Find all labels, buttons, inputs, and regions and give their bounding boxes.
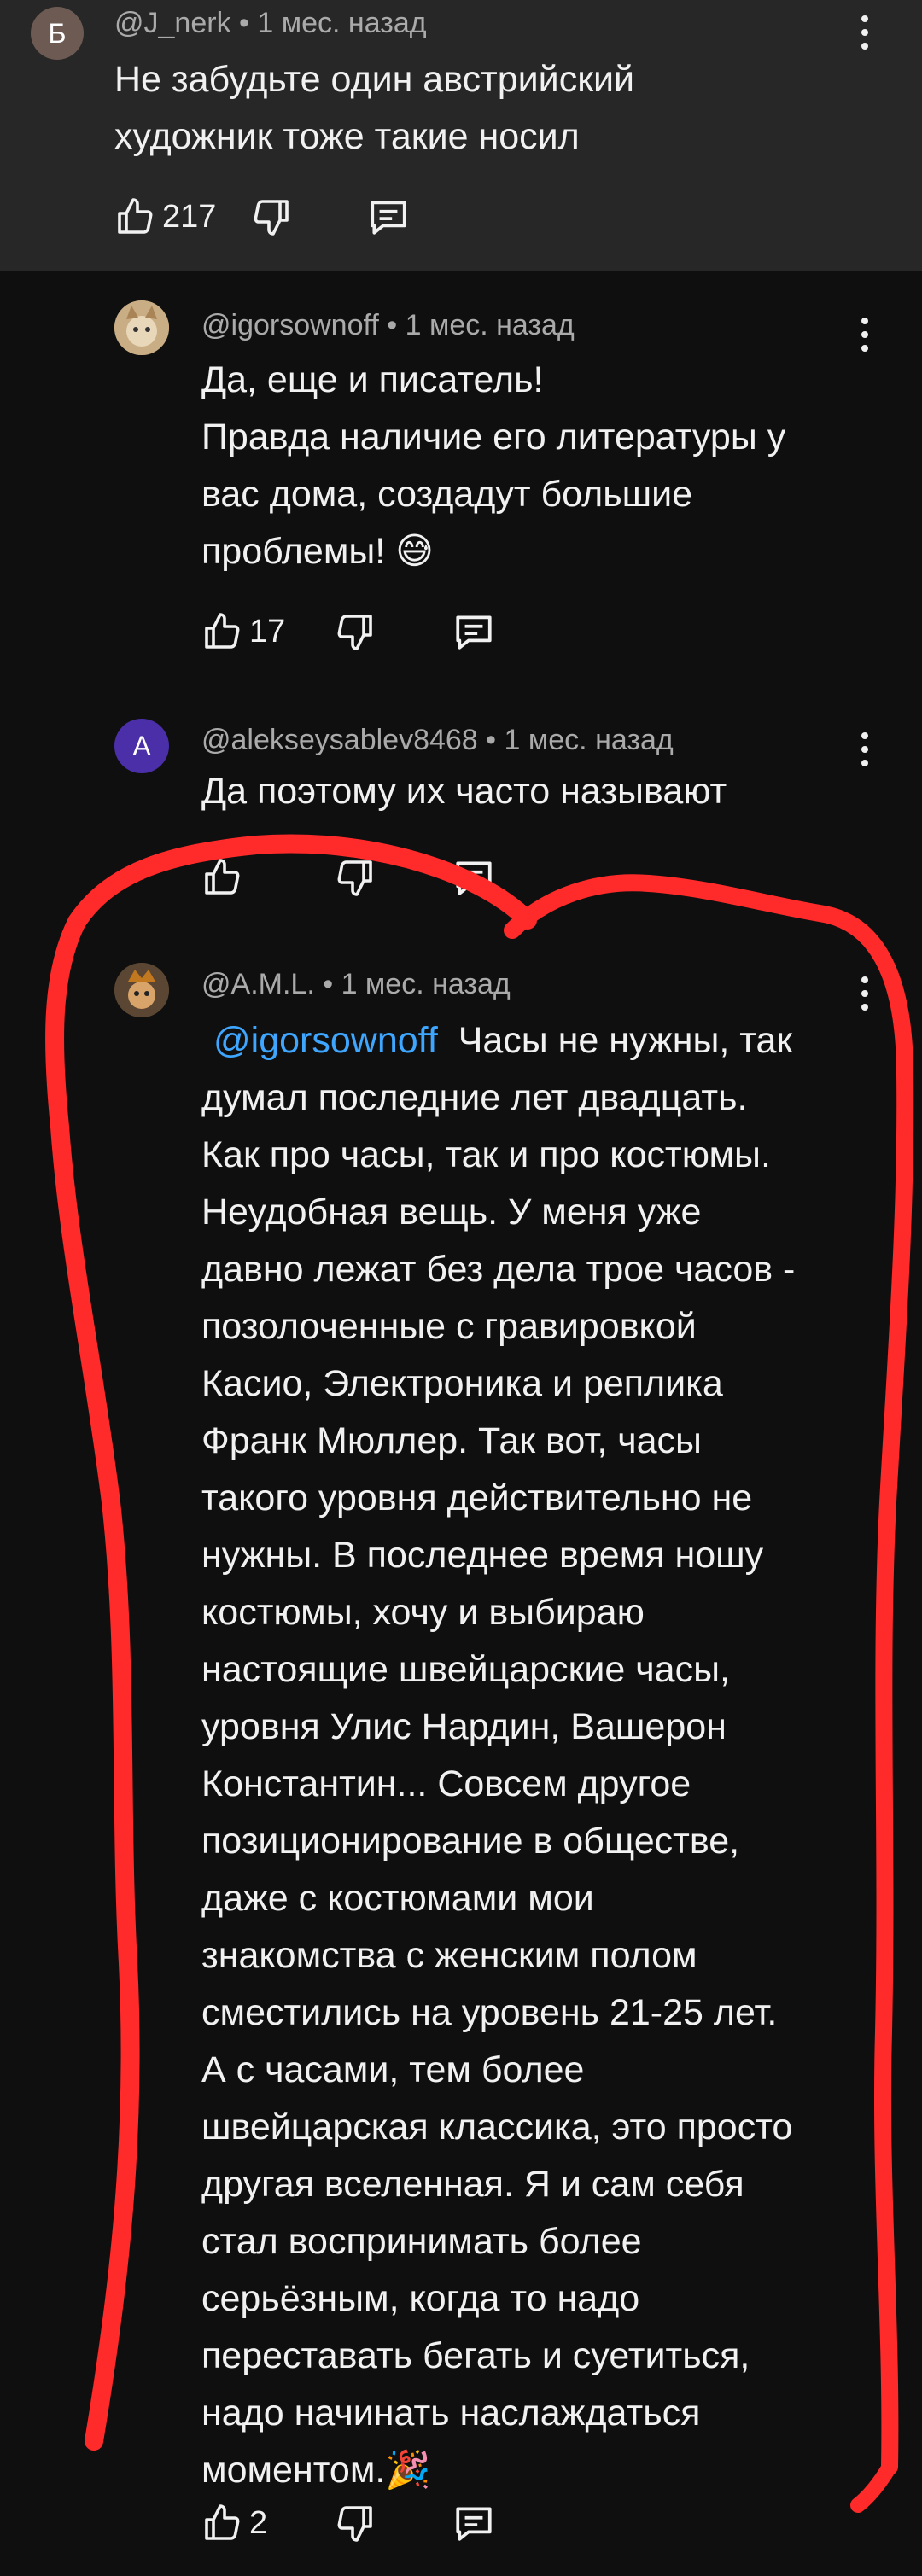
reply-alekseysablev8468: A @alekseysablev8468 • 1 мес. назад Да п… — [0, 708, 922, 913]
character-avatar-image — [114, 963, 169, 1017]
avatar[interactable]: A — [114, 719, 169, 773]
timestamp: 1 мес. назад — [341, 968, 511, 1000]
mention-link[interactable]: @igorsownoff — [213, 1020, 438, 1061]
reply-a-m-l: @A.M.L. • 1 мес. назад @igorsownoff Часы… — [0, 947, 922, 2576]
reply-icon — [456, 2507, 492, 2541]
comment-text: Да поэтому их часто называют — [201, 771, 727, 812]
avatar[interactable]: Б — [31, 7, 84, 60]
more-options-icon[interactable] — [861, 976, 869, 1011]
dislike-button[interactable] — [335, 852, 376, 903]
like-count: 17 — [249, 613, 286, 650]
reply-button[interactable] — [367, 191, 410, 242]
like-count: 217 — [162, 198, 217, 235]
comment-meta: @alekseysablev8468 • 1 мес. назад — [201, 724, 674, 756]
like-icon — [205, 613, 240, 649]
author-name[interactable]: @igorsownoff — [201, 309, 379, 341]
comment-meta: @J_nerk • 1 мес. назад — [114, 7, 427, 39]
reply-button[interactable] — [452, 852, 495, 903]
comment-actions: 217 — [114, 191, 456, 242]
reply-icon — [456, 861, 492, 895]
dislike-button[interactable] — [335, 606, 376, 657]
more-options-icon[interactable] — [861, 732, 869, 766]
comment-meta: @igorsownoff • 1 мес. назад — [201, 309, 575, 341]
reply-icon — [456, 615, 492, 650]
comment-j-nerk: Б @J_nerk • 1 мес. назад Не забудьте оди… — [0, 0, 922, 271]
comment-meta: @A.M.L. • 1 мес. назад — [201, 968, 511, 1000]
like-icon — [205, 859, 240, 895]
author-name[interactable]: @A.M.L. — [201, 968, 315, 1000]
reply-igorsownoff: @igorsownoff • 1 мес. назад Да, еще и пи… — [0, 290, 922, 691]
author-name[interactable]: @J_nerk — [114, 7, 231, 39]
dislike-icon — [254, 200, 289, 236]
like-count: 2 — [249, 2504, 268, 2541]
author-name[interactable]: @alekseysablev8468 — [201, 724, 478, 756]
timestamp: 1 мес. назад — [257, 7, 427, 39]
timestamp: 1 мес. назад — [504, 724, 674, 756]
reply-icon — [371, 201, 406, 235]
dislike-icon — [337, 860, 372, 896]
like-button[interactable]: 217 — [114, 191, 216, 242]
like-icon — [118, 198, 153, 234]
like-button[interactable]: 17 — [201, 606, 285, 657]
dislike-icon — [337, 2506, 372, 2542]
avatar[interactable] — [114, 963, 169, 1017]
comment-text: Не забудьте один австрийский художник то… — [114, 59, 635, 157]
like-button[interactable] — [201, 852, 242, 903]
like-button[interactable]: 2 — [201, 2497, 267, 2549]
avatar[interactable] — [114, 300, 169, 355]
comment-actions: 2 — [201, 2497, 543, 2549]
comment-actions: 17 — [201, 606, 543, 657]
dislike-button[interactable] — [335, 2497, 376, 2549]
comment-actions — [201, 852, 543, 903]
reply-button[interactable] — [452, 2497, 495, 2549]
more-options-icon[interactable] — [861, 318, 869, 352]
cat-avatar-image — [114, 300, 169, 355]
comment-text: Да, еще и писатель! Правда наличие его л… — [201, 359, 786, 572]
timestamp: 1 мес. назад — [405, 309, 575, 341]
like-icon — [205, 2504, 240, 2540]
comment-text: @igorsownoff Часы не нужны, так думал по… — [201, 1020, 796, 2491]
dislike-icon — [337, 615, 372, 650]
more-options-icon[interactable] — [861, 15, 869, 50]
dislike-button[interactable] — [251, 191, 292, 242]
reply-button[interactable] — [452, 606, 495, 657]
